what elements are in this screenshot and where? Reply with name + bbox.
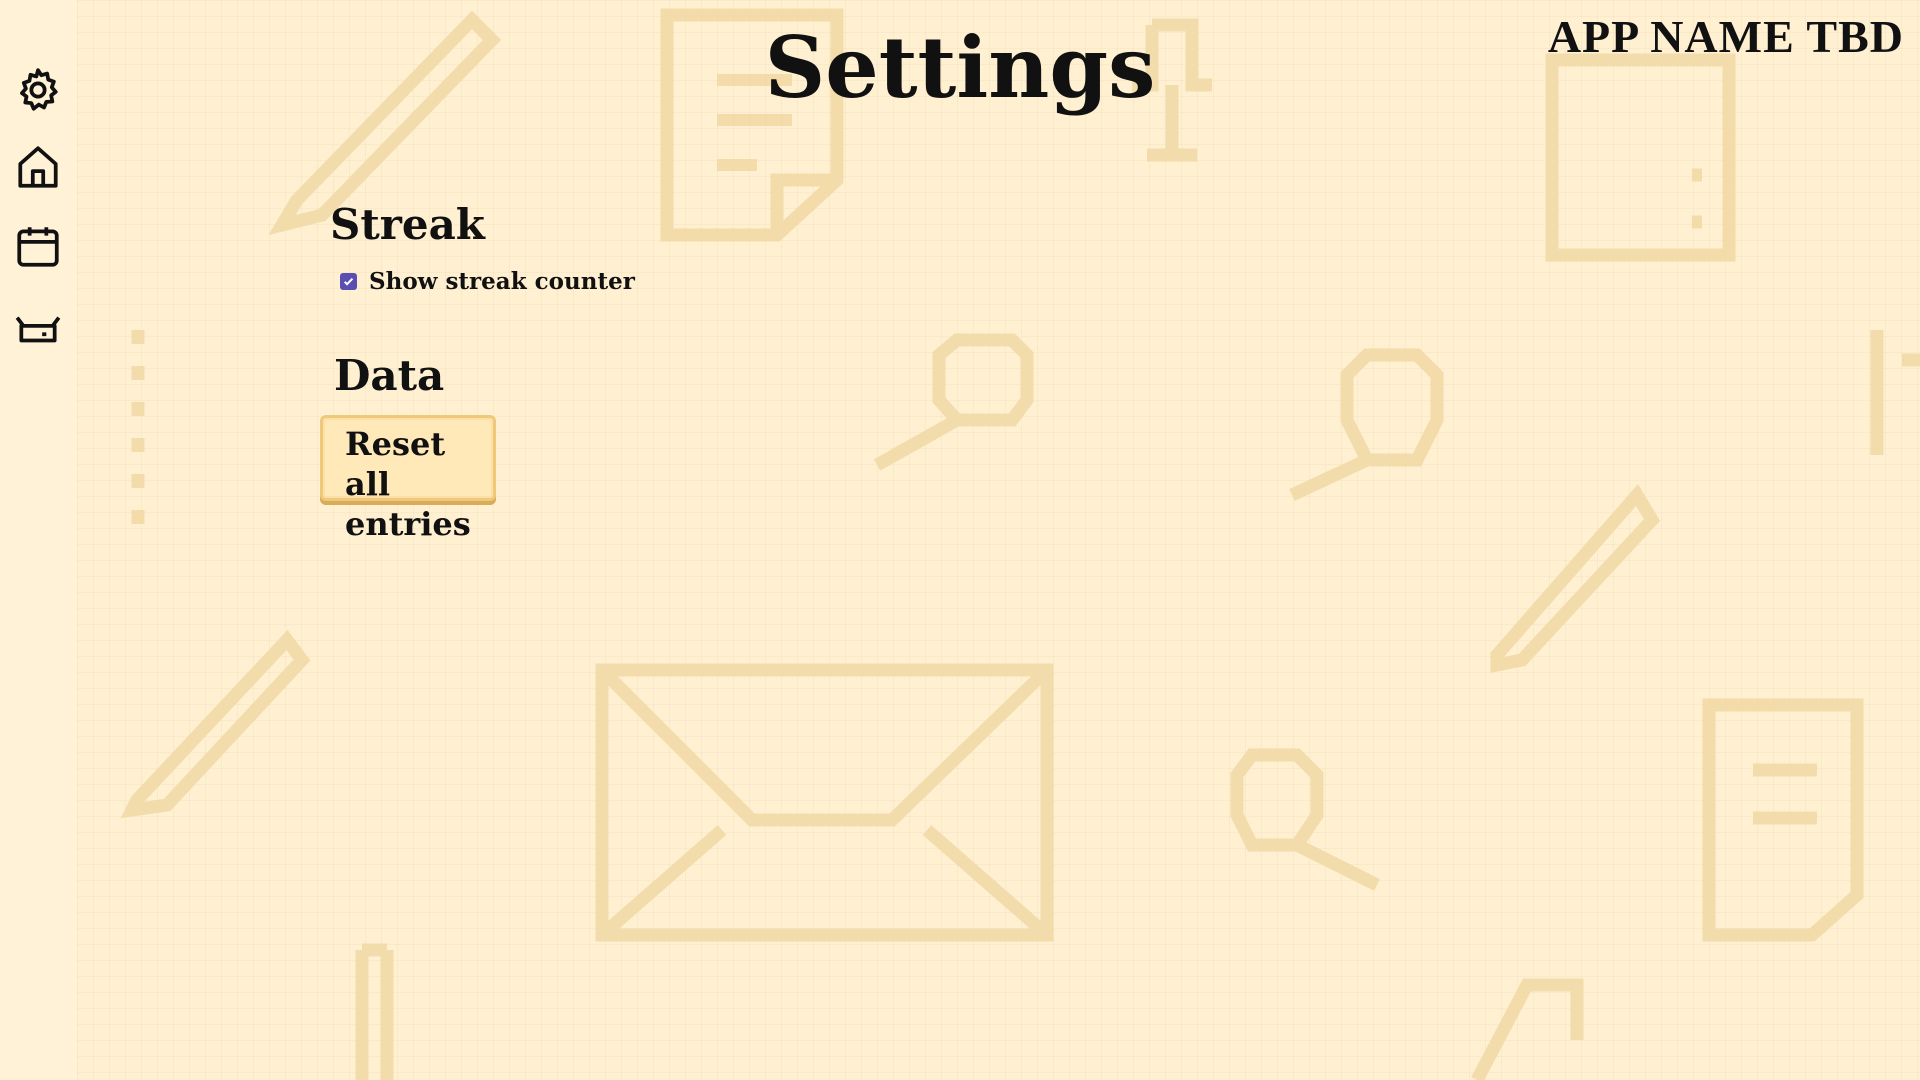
check-icon	[343, 277, 354, 286]
sidebar-item-basket[interactable]	[8, 298, 68, 358]
sidebar-item-home[interactable]	[8, 137, 68, 197]
magnifier-doodle	[873, 333, 1034, 471]
show-streak-counter-row[interactable]: Show streak counter	[340, 268, 635, 295]
page-title: Settings	[764, 18, 1156, 117]
reset-all-entries-button[interactable]: Reset all entries	[320, 415, 496, 543]
sidebar-item-calendar[interactable]	[8, 216, 68, 276]
data-heading: Data	[334, 351, 445, 400]
calendar-icon	[17, 227, 59, 267]
basket-icon	[15, 316, 61, 343]
envelope-doodle	[595, 663, 1054, 942]
home-icon	[18, 146, 58, 188]
sidebar	[0, 0, 77, 1080]
show-streak-counter-checkbox[interactable]	[340, 273, 357, 290]
streak-heading: Streak	[330, 200, 485, 249]
show-streak-counter-label: Show streak counter	[369, 268, 635, 295]
